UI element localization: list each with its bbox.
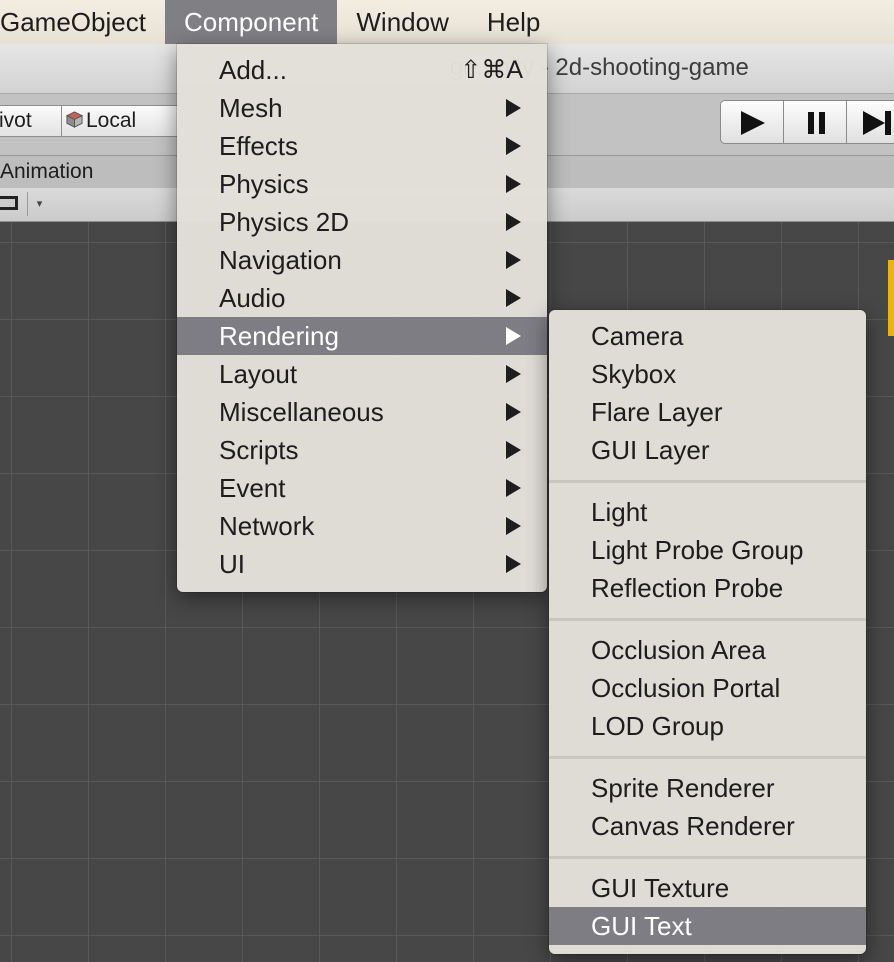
play-button[interactable] <box>720 100 784 144</box>
playback-controls <box>720 100 894 144</box>
submenu-item-skybox[interactable]: Skybox <box>549 355 866 393</box>
pause-icon <box>808 112 825 134</box>
menu-item-label: Effects <box>219 131 299 161</box>
menu-gameobject[interactable]: GameObject <box>0 0 165 44</box>
menu-item-label: UI <box>219 549 245 579</box>
menu-item-label: Miscellaneous <box>219 397 384 427</box>
chevron-right-icon <box>506 251 521 269</box>
step-button[interactable] <box>846 100 894 144</box>
pause-button[interactable] <box>783 100 847 144</box>
menu-separator <box>549 745 866 769</box>
shading-dropdown-icon[interactable]: ▾ <box>27 192 51 216</box>
menu-item-label: Physics <box>219 169 309 199</box>
menu-item-label: Add... <box>219 55 287 85</box>
menu-item-audio[interactable]: Audio <box>177 279 547 317</box>
menu-item-effects[interactable]: Effects <box>177 127 547 165</box>
menu-item-network[interactable]: Network <box>177 507 547 545</box>
menu-item-label: Mesh <box>219 93 283 123</box>
chevron-right-icon <box>506 479 521 497</box>
submenu-item-flare-layer[interactable]: Flare Layer <box>549 393 866 431</box>
menu-separator <box>549 607 866 631</box>
add-shortcut: ⇧⌘A <box>460 56 523 84</box>
menu-item-label: Event <box>219 473 286 503</box>
menu-item-scripts[interactable]: Scripts <box>177 431 547 469</box>
menu-item-label: Audio <box>219 283 286 313</box>
chevron-right-icon <box>506 403 521 421</box>
local-toggle-button[interactable]: Local <box>61 105 181 137</box>
cube-icon <box>66 111 83 128</box>
menu-item-rendering[interactable]: Rendering <box>177 317 547 355</box>
chevron-right-icon <box>506 99 521 117</box>
local-label: Local <box>86 109 137 132</box>
step-icon <box>863 111 891 135</box>
menu-item-layout[interactable]: Layout <box>177 355 547 393</box>
menu-item-physics-2d[interactable]: Physics 2D <box>177 203 547 241</box>
submenu-item-canvas-renderer[interactable]: Canvas Renderer <box>549 807 866 845</box>
menu-item-miscellaneous[interactable]: Miscellaneous <box>177 393 547 431</box>
menu-bar: GameObject Component Window Help <box>0 0 894 44</box>
submenu-item-gui-text[interactable]: GUI Text <box>549 907 866 945</box>
submenu-item-light-probe-group[interactable]: Light Probe Group <box>549 531 866 569</box>
submenu-item-lod-group[interactable]: LOD Group <box>549 707 866 745</box>
scene-gizmo-marker <box>888 260 894 336</box>
submenu-item-occlusion-area[interactable]: Occlusion Area <box>549 631 866 669</box>
chevron-right-icon <box>506 327 521 345</box>
chevron-right-icon <box>506 289 521 307</box>
menu-item-navigation[interactable]: Navigation <box>177 241 547 279</box>
tab-animation[interactable]: Animation <box>0 160 93 184</box>
shading-mode-icon[interactable] <box>0 196 18 210</box>
menu-item-mesh[interactable]: Mesh <box>177 89 547 127</box>
component-menu: Add... ⇧⌘A Mesh Effects Physics Physics … <box>177 44 547 592</box>
chevron-right-icon <box>506 365 521 383</box>
menu-item-physics[interactable]: Physics <box>177 165 547 203</box>
menu-item-label: Network <box>219 511 315 541</box>
menu-separator <box>549 845 866 869</box>
menu-separator <box>549 469 866 493</box>
rendering-submenu: Camera Skybox Flare Layer GUI Layer Ligh… <box>549 310 866 954</box>
submenu-item-gui-layer[interactable]: GUI Layer <box>549 431 866 469</box>
menu-item-label: Layout <box>219 359 298 389</box>
submenu-item-reflection-probe[interactable]: Reflection Probe <box>549 569 866 607</box>
submenu-item-occlusion-portal[interactable]: Occlusion Portal <box>549 669 866 707</box>
chevron-right-icon <box>506 213 521 231</box>
play-icon <box>741 111 765 135</box>
chevron-right-icon <box>506 441 521 459</box>
menu-window[interactable]: Window <box>337 0 467 44</box>
menu-item-label: Navigation <box>219 245 342 275</box>
menu-item-label: Physics 2D <box>219 207 350 237</box>
pivot-toggle-button[interactable]: ivot <box>0 105 62 137</box>
menu-item-ui[interactable]: UI <box>177 545 547 583</box>
chevron-right-icon <box>506 175 521 193</box>
chevron-right-icon <box>506 555 521 573</box>
submenu-item-camera[interactable]: Camera <box>549 317 866 355</box>
menu-help[interactable]: Help <box>468 0 559 44</box>
submenu-item-sprite-renderer[interactable]: Sprite Renderer <box>549 769 866 807</box>
menu-item-label: Scripts <box>219 435 299 465</box>
menu-item-label: Rendering <box>219 321 339 351</box>
submenu-item-light[interactable]: Light <box>549 493 866 531</box>
menu-component[interactable]: Component <box>164 0 338 44</box>
chevron-right-icon <box>506 517 521 535</box>
submenu-item-gui-texture[interactable]: GUI Texture <box>549 869 866 907</box>
chevron-right-icon <box>506 137 521 155</box>
menu-item-event[interactable]: Event <box>177 469 547 507</box>
menu-item-add[interactable]: Add... ⇧⌘A <box>177 51 547 89</box>
